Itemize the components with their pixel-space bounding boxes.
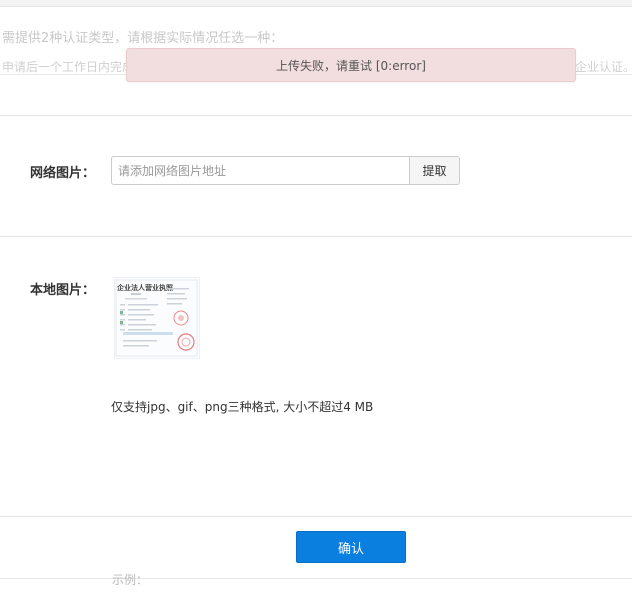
image-url-input[interactable] — [111, 156, 410, 185]
business-license-image: 企业法人营业执照 — [115, 278, 199, 358]
dialog-divider-bottom — [0, 516, 632, 517]
background-note-text: 申请后一个工作日内完成 — [2, 60, 135, 74]
fetch-button[interactable]: 提取 — [410, 156, 460, 185]
thumbnail-title: 企业法人营业执照 — [116, 283, 173, 292]
image-upload-dialog: 需提供2种认证类型，请根据实际情况任选一种： 申请后一个工作日内完成 企业认证。… — [0, 0, 632, 594]
background-note-right-text: 企业认证。 — [575, 60, 632, 74]
dialog-divider-footer — [0, 578, 632, 579]
format-hint-text: 仅支持jpg、gif、png三种格式, 大小不超过4 MB — [111, 400, 374, 414]
upload-error-toast: 上传失败，请重试 [0:error] — [126, 48, 576, 82]
business-license-thumbnail[interactable]: 企业法人营业执照 — [114, 277, 200, 359]
dialog-divider-top — [0, 115, 632, 116]
network-image-label: 网络图片： — [30, 166, 96, 181]
dialog-divider-middle — [0, 236, 632, 237]
local-image-label: 本地图片： — [30, 283, 96, 298]
background-top-bar — [0, 0, 632, 7]
background-example-label: 示例： — [112, 573, 149, 587]
background-intro-text: 需提供2种认证类型，请根据实际情况任选一种： — [2, 31, 284, 46]
confirm-button[interactable]: 确认 — [296, 531, 406, 563]
toast-message: 上传失败，请重试 [0:error] — [276, 58, 426, 73]
